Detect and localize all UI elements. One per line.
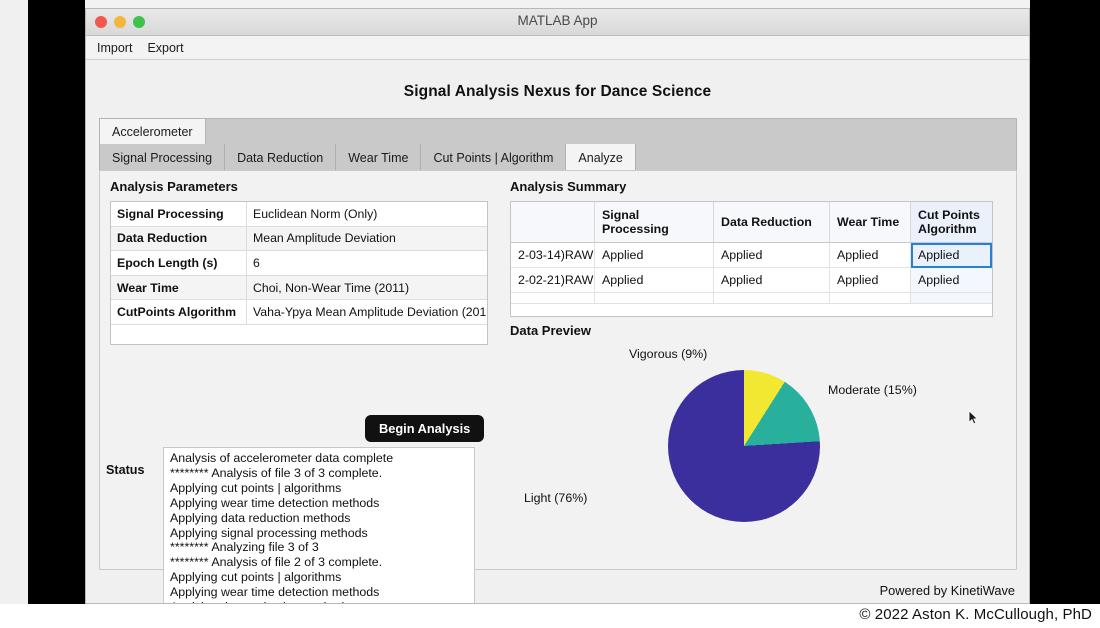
table-row-clipped[interactable]	[511, 293, 992, 304]
cell-file[interactable]	[511, 293, 595, 304]
pie-label-vigorous: Vigorous (9%)	[629, 347, 707, 361]
column-header-cut-points[interactable]: Cut Points Algorithm	[911, 202, 992, 243]
cell-file[interactable]: 2-02-21)RAW	[511, 268, 595, 293]
status-line: ******** Analysis of file 3 of 3 complet…	[170, 466, 468, 481]
letterbox-bar-left	[28, 0, 85, 604]
menu-item-import[interactable]: Import	[94, 40, 135, 56]
status-line: ******** Analyzing file 3 of 3	[170, 540, 468, 555]
table-header-row: Signal Processing Data Reduction Wear Ti…	[511, 202, 992, 243]
column-header-wear-time[interactable]: Wear Time	[830, 202, 911, 243]
cell-file[interactable]: 2-03-14)RAW	[511, 243, 595, 268]
pie-slices	[668, 370, 820, 522]
param-value: Mean Amplitude Deviation	[247, 227, 487, 251]
param-value: Vaha-Ypya Mean Amplitude Deviation (201	[247, 300, 487, 324]
param-value: Euclidean Norm (Only)	[247, 202, 487, 226]
menu-item-export[interactable]: Export	[144, 40, 186, 56]
tab-wear-time[interactable]: Wear Time	[336, 144, 421, 171]
status-line: Applying signal processing methods	[170, 526, 468, 541]
window-titlebar: MATLAB App	[86, 9, 1029, 36]
tab-data-reduction[interactable]: Data Reduction	[225, 144, 336, 171]
analysis-summary-table[interactable]: Signal Processing Data Reduction Wear Ti…	[510, 201, 993, 317]
tab-group: Accelerometer Signal Processing Data Red…	[99, 118, 1017, 172]
cell-data-reduction[interactable]: Applied	[714, 268, 830, 293]
screenshot-root: MATLAB App Import Export Signal Analysis…	[0, 0, 1100, 628]
cell-cut-points[interactable]: Applied	[911, 268, 992, 293]
param-value: 6	[247, 251, 487, 275]
column-header-file[interactable]	[511, 202, 595, 243]
cell-signal-processing[interactable]: Applied	[595, 268, 714, 293]
analysis-parameters-table: Signal Processing Euclidean Norm (Only) …	[110, 201, 488, 345]
param-key: Wear Time	[111, 276, 247, 300]
cell-signal-processing[interactable]	[595, 293, 714, 304]
status-line: Applying data reduction methods	[170, 511, 468, 526]
letterbox-margin-left	[0, 0, 28, 604]
status-line: ******** Analysis of file 2 of 3 complet…	[170, 555, 468, 570]
letterbox-bar-right	[1030, 0, 1100, 604]
cell-wear-time[interactable]: Applied	[830, 243, 911, 268]
copyright-caption: © 2022 Aston K. McCullough, PhD	[859, 606, 1092, 623]
status-log[interactable]: Analysis of accelerometer data complete …	[163, 447, 475, 604]
pie-label-moderate: Moderate (15%)	[828, 383, 917, 397]
menubar: Import Export	[86, 36, 1029, 60]
activity-pie-chart: Vigorous (9%) Moderate (15%) Light (76%)	[510, 343, 993, 561]
table-row-empty[interactable]	[111, 325, 487, 344]
status-line: Applying cut points | algorithms	[170, 481, 468, 496]
cell-cut-points[interactable]: Applied	[911, 243, 992, 268]
table-row[interactable]: Epoch Length (s) 6	[111, 251, 487, 276]
analysis-summary-title: Analysis Summary	[510, 179, 626, 194]
param-key: Epoch Length (s)	[111, 251, 247, 275]
cell-data-reduction[interactable]	[714, 293, 830, 304]
param-value: Choi, Non-Wear Time (2011)	[247, 276, 487, 300]
analyze-panel: Analysis Parameters Signal Processing Eu…	[99, 170, 1017, 570]
status-line: Analysis of accelerometer data complete	[170, 451, 468, 466]
tab-cut-points-algorithm[interactable]: Cut Points | Algorithm	[421, 144, 566, 171]
powered-by-label: Powered by KinetiWave	[880, 583, 1015, 598]
cell-cut-points[interactable]	[911, 293, 992, 304]
cell-signal-processing[interactable]: Applied	[595, 243, 714, 268]
app-window: MATLAB App Import Export Signal Analysis…	[85, 8, 1030, 604]
status-line: Applying wear time detection methods	[170, 496, 468, 511]
page-title: Signal Analysis Nexus for Dance Science	[86, 60, 1029, 101]
inner-tab-bar: Signal Processing Data Reduction Wear Ti…	[99, 144, 1017, 172]
pie-label-light: Light (76%)	[524, 491, 587, 505]
table-row[interactable]: 2-03-14)RAW Applied Applied Applied Appl…	[511, 243, 992, 268]
cell-wear-time[interactable]: Applied	[830, 268, 911, 293]
analysis-parameters-title: Analysis Parameters	[110, 179, 238, 194]
table-row[interactable]: Wear Time Choi, Non-Wear Time (2011)	[111, 276, 487, 301]
table-row[interactable]: Signal Processing Euclidean Norm (Only)	[111, 202, 487, 227]
tab-analyze[interactable]: Analyze	[566, 144, 635, 171]
cell-wear-time[interactable]	[830, 293, 911, 304]
status-line: Applying cut points | algorithms	[170, 570, 468, 585]
param-key: Signal Processing	[111, 202, 247, 226]
app-content: Signal Analysis Nexus for Dance Science …	[86, 60, 1029, 604]
column-header-data-reduction[interactable]: Data Reduction	[714, 202, 830, 243]
tab-accelerometer[interactable]: Accelerometer	[100, 119, 206, 144]
outer-tab-bar: Accelerometer	[99, 118, 1017, 144]
param-key: Data Reduction	[111, 227, 247, 251]
begin-analysis-button[interactable]: Begin Analysis	[365, 415, 484, 442]
status-label: Status	[106, 463, 145, 477]
tab-signal-processing[interactable]: Signal Processing	[100, 144, 225, 171]
table-row[interactable]: Data Reduction Mean Amplitude Deviation	[111, 227, 487, 252]
window-title: MATLAB App	[86, 13, 1029, 28]
table-row[interactable]: CutPoints Algorithm Vaha-Ypya Mean Ampli…	[111, 300, 487, 325]
table-row[interactable]: 2-02-21)RAW Applied Applied Applied Appl…	[511, 268, 992, 293]
data-preview-title: Data Preview	[510, 323, 591, 338]
param-key: CutPoints Algorithm	[111, 300, 247, 324]
column-header-signal-processing[interactable]: Signal Processing	[595, 202, 714, 243]
cell-data-reduction[interactable]: Applied	[714, 243, 830, 268]
status-line: Applying wear time detection methods	[170, 585, 468, 600]
